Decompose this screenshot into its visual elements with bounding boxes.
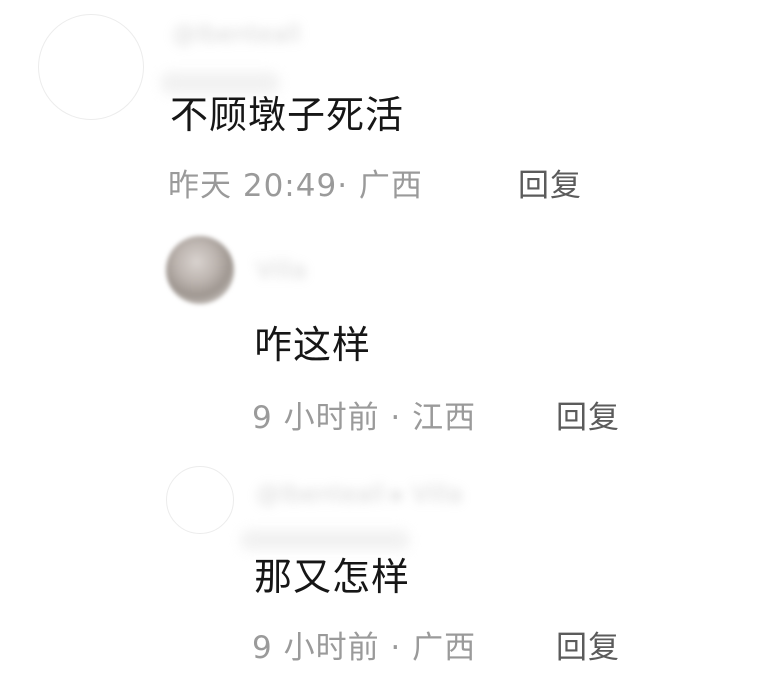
comment-text: 那又怎样 <box>254 555 411 599</box>
comment-meta: 昨天 20:49· 广西 <box>168 168 423 204</box>
avatar[interactable] <box>166 236 234 304</box>
comment-meta: 9 小时前 · 江西 <box>252 400 477 436</box>
reply-item: @Ibenteall ▸ Villa 那又怎样 9 小时前 · 广西 回复 <box>0 450 768 696</box>
comment-username[interactable]: @Ibenteall <box>172 20 301 48</box>
comment-text: 不顾墩子死活 <box>170 93 405 137</box>
reply-button[interactable]: 回复 <box>556 392 620 437</box>
avatar[interactable] <box>166 466 234 534</box>
comment-meta: 9 小时前 · 广西 <box>252 630 477 666</box>
avatar[interactable] <box>38 14 144 120</box>
comment-text: 咋这样 <box>254 323 372 367</box>
reply-button[interactable]: 回复 <box>518 160 582 205</box>
comment-username[interactable]: @Ibenteall ▸ Villa <box>256 480 462 508</box>
comment-item: @Ibenteall 不顾墩子死活 昨天 20:49· 广西 回复 <box>0 0 768 220</box>
reply-button[interactable]: 回复 <box>556 622 620 667</box>
comment-username[interactable]: Villa <box>256 256 307 284</box>
reply-item: Villa 咋这样 9 小时前 · 江西 回复 <box>0 220 768 450</box>
